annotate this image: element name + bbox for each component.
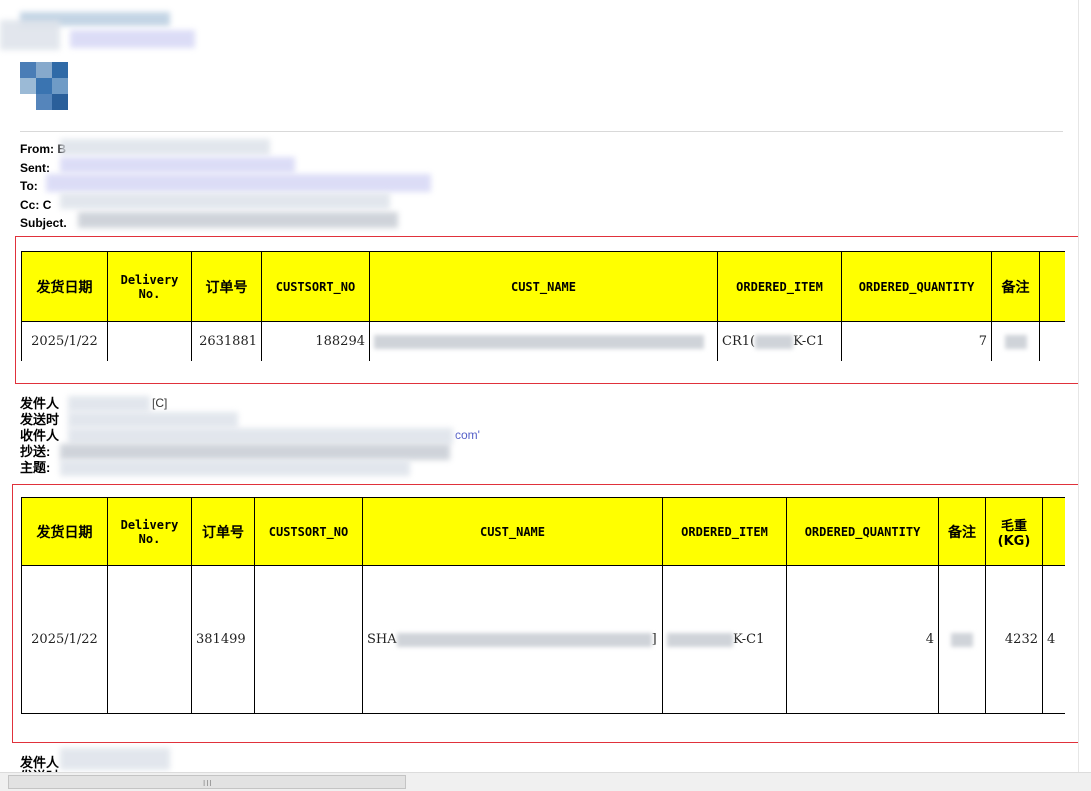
from-label: From: bbox=[20, 142, 54, 156]
cn-to-label: 收件人 bbox=[20, 428, 60, 443]
col-header-ordered-quantity: ORDERED_QUANTITY bbox=[786, 497, 939, 566]
cell-ordered-quantity: 7 bbox=[841, 321, 992, 361]
col-header-custsort-no: CUSTSORT_NO bbox=[261, 251, 370, 322]
col-header-cust-name: CUST_NAME bbox=[362, 497, 663, 566]
cell-delivery-no bbox=[107, 565, 192, 714]
table1-viewport: 发货日期 Delivery No. 订单号 CUSTSORT_NO CUST_N… bbox=[21, 251, 1065, 361]
cn-sent-label: 发送时 bbox=[20, 412, 60, 427]
cn-subject-label: 主题: bbox=[20, 460, 51, 475]
cell-custsort-no: 188294 bbox=[261, 321, 370, 361]
cn-from-label: 发件人 bbox=[20, 396, 60, 411]
email-header-cn: 发件人 发送时 收件人 抄送: 主题: bbox=[20, 396, 59, 476]
col-header-ordered-item: ORDERED_ITEM bbox=[662, 497, 787, 566]
cell-gross-weight: 7 bbox=[1039, 321, 1065, 361]
shipment-table-1: 发货日期 Delivery No. 订单号 CUSTSORT_NO CUST_N… bbox=[21, 251, 1065, 361]
horizontal-scrollbar[interactable]: III bbox=[0, 772, 1091, 791]
cc-label: Cc: bbox=[20, 197, 40, 212]
redacted-cn-from-3 bbox=[60, 748, 170, 770]
col-header-remark: 备注 bbox=[938, 497, 986, 566]
redacted-cn-to bbox=[68, 428, 453, 444]
redacted-subject bbox=[78, 212, 398, 228]
redacted-cc bbox=[60, 193, 390, 209]
cell-order-no: 2631881 bbox=[191, 321, 262, 361]
col-header-custsort-no: CUSTSORT_NO bbox=[254, 497, 363, 566]
cell-cust-name: SHA] bbox=[362, 565, 663, 714]
subject-label: Subject. bbox=[20, 216, 67, 230]
cell-settle: 4 bbox=[1042, 565, 1065, 714]
redacted-cn-sent bbox=[68, 412, 238, 428]
col-header-order-no: 订单号 bbox=[191, 497, 255, 566]
redacted-from bbox=[60, 139, 270, 155]
redacted-to bbox=[46, 174, 431, 192]
cell-ship-date: 2025/1/22 bbox=[21, 565, 108, 714]
cn-cc-label: 抄送: bbox=[20, 444, 51, 459]
col-header-gross-weight: 毛 bbox=[1039, 251, 1065, 322]
cell-ordered-item: K-C1 bbox=[662, 565, 787, 714]
shipment-table-2: 发货日期 Delivery No. 订单号 CUSTSORT_NO CUST_N… bbox=[21, 497, 1065, 714]
redacted-cn-from bbox=[68, 396, 150, 412]
to-label: To: bbox=[20, 179, 38, 193]
cell-delivery-no bbox=[107, 321, 192, 361]
cn-to-value: com' bbox=[455, 428, 480, 442]
col-header-settle: 结 bbox=[1042, 497, 1065, 566]
cell-gross-weight: 4232 bbox=[985, 565, 1043, 714]
col-header-ordered-item: ORDERED_ITEM bbox=[717, 251, 842, 322]
col-header-delivery-no: Delivery No. bbox=[107, 497, 192, 566]
col-header-ordered-quantity: ORDERED_QUANTITY bbox=[841, 251, 992, 322]
header-divider bbox=[20, 131, 1063, 132]
window-edge bbox=[1078, 0, 1079, 772]
company-logo-icon bbox=[20, 62, 72, 110]
cell-remark bbox=[938, 565, 986, 714]
scrollbar-grip-icon: III bbox=[203, 779, 213, 788]
cell-remark bbox=[991, 321, 1040, 361]
table2-viewport: 发货日期 Delivery No. 订单号 CUSTSORT_NO CUST_N… bbox=[21, 497, 1065, 717]
col-header-gross-weight: 毛重 (KG) bbox=[985, 497, 1043, 566]
col-header-remark: 备注 bbox=[991, 251, 1040, 322]
redacted-signature-line-3 bbox=[0, 20, 60, 50]
cell-ordered-item: CR1(K-C1 bbox=[717, 321, 842, 361]
cell-custsort-no bbox=[254, 565, 363, 714]
col-header-cust-name: CUST_NAME bbox=[369, 251, 718, 322]
redacted-signature-line-2 bbox=[70, 30, 195, 48]
col-header-ship-date: 发货日期 bbox=[21, 497, 108, 566]
col-header-order-no: 订单号 bbox=[191, 251, 262, 322]
redacted-sent bbox=[60, 157, 295, 173]
sent-label: Sent: bbox=[20, 160, 50, 175]
scrollbar-thumb[interactable]: III bbox=[8, 775, 406, 789]
col-header-delivery-no: Delivery No. bbox=[107, 251, 192, 322]
cell-cust-name bbox=[369, 321, 718, 361]
cell-ordered-quantity: 4 bbox=[786, 565, 939, 714]
redacted-cn-cc bbox=[60, 444, 450, 460]
cc-value: C bbox=[42, 197, 52, 212]
redacted-cn-subject bbox=[60, 460, 410, 476]
cell-order-no: 381499 bbox=[191, 565, 255, 714]
cell-ship-date: 2025/1/22 bbox=[21, 321, 108, 361]
cn-from-value: [C] bbox=[152, 396, 168, 410]
col-header-ship-date: 发货日期 bbox=[21, 251, 108, 322]
